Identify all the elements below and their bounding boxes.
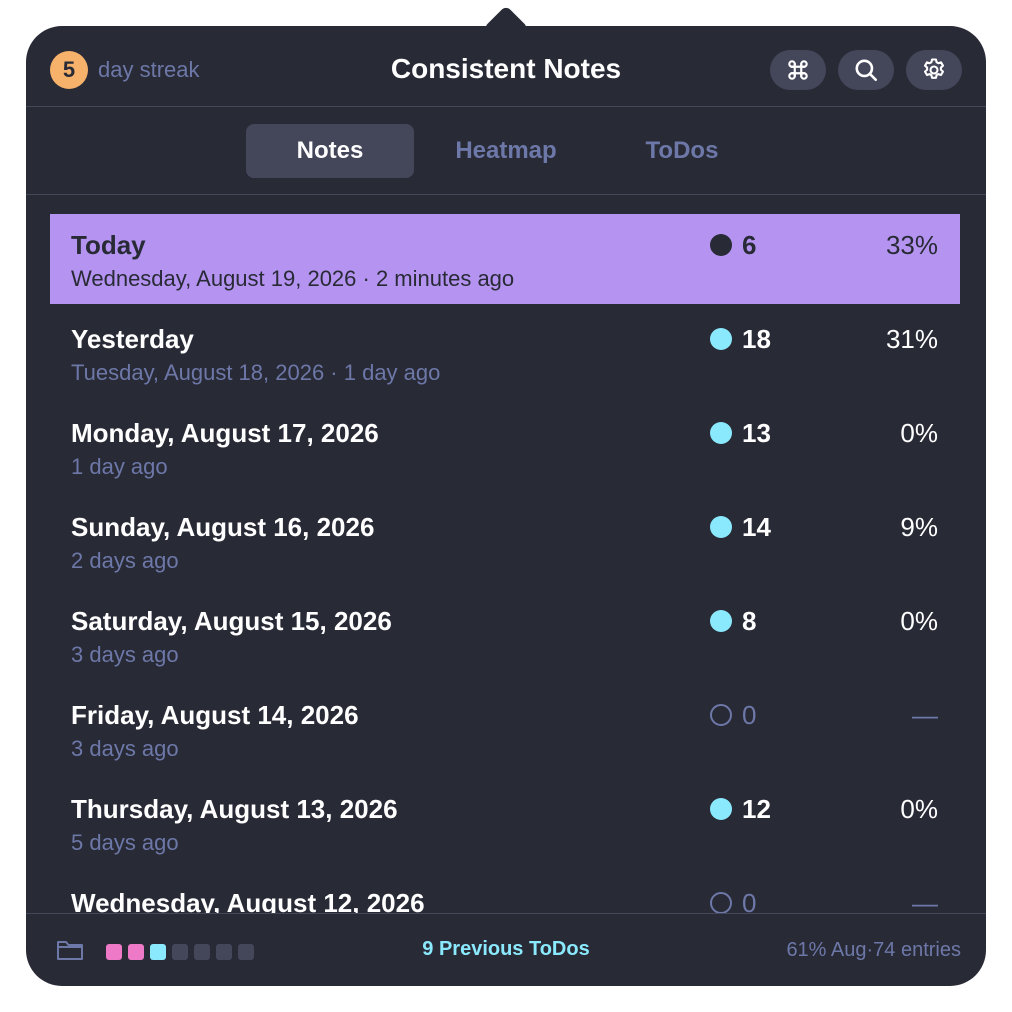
entry-subtitle: 3 days ago (71, 642, 179, 667)
notes-list[interactable]: Today Wednesday, August 19, 2026 · 2 min… (26, 195, 986, 913)
list-item[interactable]: Yesterday Tuesday, August 18, 2026 · 1 d… (50, 308, 960, 398)
status-dot-empty (710, 892, 732, 913)
list-item[interactable]: Thursday, August 13, 2026 5 days ago 12 … (50, 778, 960, 868)
entry-count: 13 (742, 418, 771, 448)
entry-title: Wednesday, August 12, 2026 (71, 888, 425, 913)
entry-count: 12 (742, 794, 771, 824)
tab-heatmap[interactable]: Heatmap (422, 124, 590, 178)
monthly-stats: 61% Aug·74 entries (786, 939, 961, 961)
entry-subtitle: 5 days ago (71, 830, 179, 855)
entry-percent: 0% (900, 606, 938, 636)
footer: 9 Previous ToDos 61% Aug·74 entries (26, 913, 986, 986)
entry-title: Today (71, 230, 146, 260)
tab-notes[interactable]: Notes (246, 124, 414, 178)
entry-title: Saturday, August 15, 2026 (71, 606, 392, 636)
status-dot (710, 422, 732, 444)
entry-percent: — (912, 888, 938, 913)
entry-subtitle: 2 days ago (71, 548, 179, 573)
entry-title: Yesterday (71, 324, 194, 354)
entry-percent: 31% (885, 324, 938, 354)
entry-count: 8 (742, 606, 757, 636)
entry-subtitle: 1 day ago (71, 454, 168, 479)
entry-subtitle: Tuesday, August 18, 2026 · 1 day ago (71, 360, 441, 385)
entry-title: Thursday, August 13, 2026 (71, 794, 398, 824)
entry-percent: 33% (885, 230, 938, 260)
entry-percent: — (912, 700, 938, 730)
tab-todos[interactable]: ToDos (598, 124, 766, 178)
header: 5 day streak Consistent Notes (26, 26, 986, 107)
list-item[interactable]: Saturday, August 15, 2026 3 days ago 8 0… (50, 590, 960, 680)
list-item[interactable]: Wednesday, August 12, 2026 0 — (50, 872, 960, 913)
search-button[interactable] (838, 50, 894, 90)
status-dot (710, 328, 732, 350)
status-dot (710, 610, 732, 632)
entry-title: Friday, August 14, 2026 (71, 700, 359, 730)
status-dot (710, 516, 732, 538)
entry-count: 14 (742, 512, 771, 542)
entry-count: 6 (742, 230, 757, 260)
list-item[interactable]: Friday, August 14, 2026 3 days ago 0 — (50, 684, 960, 774)
entry-count: 0 (742, 888, 757, 913)
popover-panel: 5 day streak Consistent Notes Notes Heat… (26, 26, 986, 986)
command-button[interactable] (770, 50, 826, 90)
gear-icon (923, 58, 945, 79)
entry-title: Sunday, August 16, 2026 (71, 512, 375, 542)
popover-arrow (482, 4, 530, 28)
entry-percent: 0% (900, 794, 938, 824)
entry-percent: 9% (900, 512, 938, 542)
list-item[interactable]: Today Wednesday, August 19, 2026 · 2 min… (50, 214, 960, 304)
status-dot-empty (710, 704, 732, 726)
list-item[interactable]: Sunday, August 16, 2026 2 days ago 14 9% (50, 496, 960, 586)
status-dot (710, 234, 732, 256)
entry-count: 0 (742, 700, 757, 730)
entry-percent: 0% (900, 418, 938, 448)
entry-subtitle: 3 days ago (71, 736, 179, 761)
command-icon (788, 60, 808, 80)
status-dot (710, 798, 732, 820)
list-item[interactable]: Monday, August 17, 2026 1 day ago 13 0% (50, 402, 960, 492)
tab-bar: Notes Heatmap ToDos (26, 107, 986, 195)
settings-button[interactable] (906, 50, 962, 90)
entry-subtitle: Wednesday, August 19, 2026 · 2 minutes a… (71, 266, 515, 291)
search-icon (855, 59, 878, 82)
entry-count: 18 (742, 324, 771, 354)
entry-title: Monday, August 17, 2026 (71, 418, 379, 448)
